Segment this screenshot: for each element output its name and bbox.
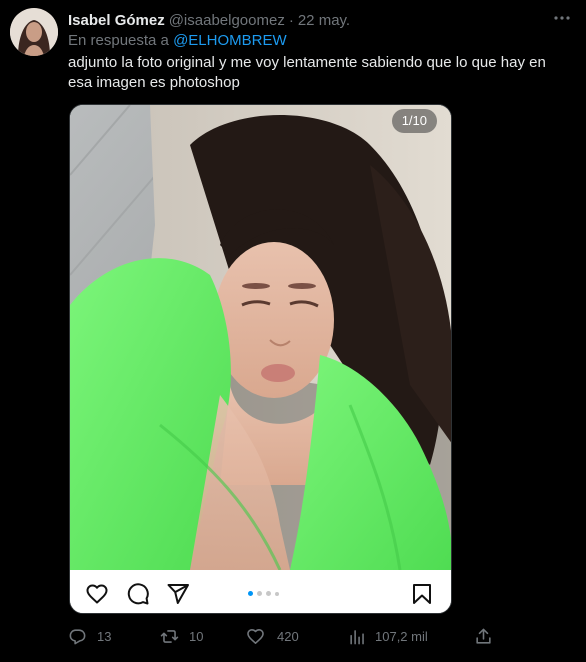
- views-icon: [348, 627, 367, 646]
- tweet[interactable]: Isabel Gómez @isaabelgoomez · 22 may. En…: [0, 0, 586, 662]
- bookmark-icon[interactable]: [410, 582, 434, 606]
- reply-mention-link[interactable]: @ELHOMBREW: [173, 32, 287, 49]
- tweet-date[interactable]: 22 may.: [298, 12, 350, 29]
- carousel-indicator: [248, 591, 279, 596]
- reply-context: En respuesta a @ELHOMBREW: [68, 32, 287, 49]
- author-handle[interactable]: @isaabelgoomez: [169, 12, 285, 29]
- reply-icon: [68, 627, 87, 646]
- reply-prefix: En respuesta a: [68, 32, 169, 49]
- separator-dot: ·: [288, 11, 294, 29]
- carousel-dot: [275, 592, 279, 596]
- photo-image[interactable]: [70, 105, 452, 570]
- tweet-header: Isabel Gómez @isaabelgoomez · 22 may.: [68, 10, 566, 30]
- comment-icon[interactable]: [126, 582, 150, 606]
- send-icon[interactable]: [166, 582, 190, 606]
- tweet-actions: 13 10 420 107,2 mil: [68, 624, 508, 648]
- avatar[interactable]: [10, 8, 58, 56]
- retweet-button[interactable]: 10: [160, 624, 203, 648]
- carousel-dot: [266, 591, 271, 596]
- share-button[interactable]: [474, 624, 493, 648]
- views-count: 107,2 mil: [375, 628, 428, 644]
- retweet-icon: [160, 627, 179, 646]
- media-card[interactable]: 1/10: [69, 104, 452, 614]
- reply-button[interactable]: 13: [68, 624, 111, 648]
- views-button[interactable]: 107,2 mil: [348, 624, 428, 648]
- carousel-dot: [248, 591, 253, 596]
- tweet-text: adjunto la foto original y me voy lentam…: [68, 54, 546, 91]
- like-count: 420: [277, 628, 299, 644]
- carousel-dot: [257, 591, 262, 596]
- heart-icon[interactable]: [85, 582, 109, 606]
- like-icon: [246, 627, 265, 646]
- reply-count: 13: [97, 628, 112, 644]
- instagram-action-bar: [70, 570, 451, 613]
- media-counter: 1/10: [391, 109, 437, 133]
- share-icon: [474, 627, 493, 646]
- like-button[interactable]: 420: [246, 624, 299, 648]
- author-name[interactable]: Isabel Gómez: [68, 12, 165, 29]
- retweet-count: 10: [189, 628, 204, 644]
- more-options-icon[interactable]: [552, 8, 572, 28]
